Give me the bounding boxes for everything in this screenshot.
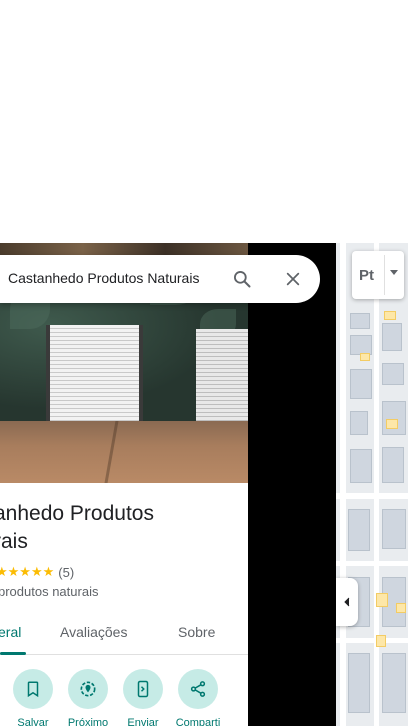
map-poi [386, 419, 398, 429]
language-divider [384, 255, 385, 295]
chevron-down-icon[interactable] [390, 270, 398, 275]
place-tabs: eral Avaliações Sobre [0, 615, 248, 655]
map-building [382, 509, 406, 549]
map-building [348, 653, 370, 713]
map-building [350, 411, 368, 435]
tab-reviews[interactable]: Avaliações [60, 624, 127, 640]
page-background [0, 0, 408, 243]
send-button-label: Enviar [127, 717, 159, 726]
map-road [336, 638, 408, 643]
search-input[interactable]: Castanhedo Produtos Naturais [8, 270, 214, 286]
panel-gap [248, 243, 336, 726]
map-building [382, 401, 406, 435]
search-icon [234, 271, 251, 288]
map-poi [376, 635, 386, 647]
search-button[interactable] [230, 267, 254, 291]
action-buttons: Salvar Próximo Enviar Comparti [0, 669, 248, 726]
share-button[interactable]: Comparti [173, 669, 223, 726]
map-road [336, 561, 408, 566]
review-count[interactable]: (5) [58, 565, 74, 580]
send-to-phone-button[interactable]: Enviar [118, 669, 168, 726]
close-icon [286, 272, 300, 286]
place-title-line: anhedo Produtos [0, 502, 154, 525]
active-tab-indicator [0, 652, 26, 655]
language-label: Pt [359, 267, 374, 284]
bookmark-icon [27, 681, 39, 698]
photo-rolling-door [196, 329, 248, 423]
place-title-line: rais [0, 530, 28, 553]
map-building [350, 449, 372, 483]
map-building [382, 653, 406, 713]
tab-overview[interactable]: eral [0, 624, 21, 640]
map-poi [384, 311, 396, 320]
nearby-icon [80, 681, 96, 697]
rating-row: ★★★★★ (5) [0, 564, 74, 580]
save-button-label: Salvar [17, 717, 49, 726]
save-button-circle[interactable] [13, 669, 53, 709]
map-road [340, 243, 346, 726]
nearby-button-circle[interactable] [68, 669, 108, 709]
share-button-circle[interactable] [178, 669, 218, 709]
map-poi [360, 353, 370, 361]
clear-search-button[interactable] [281, 267, 305, 291]
map-building [348, 509, 370, 551]
place-category[interactable]: produtos naturais [0, 584, 98, 599]
send-to-phone-icon [137, 680, 149, 698]
map-road [374, 243, 379, 726]
nearby-button[interactable]: Próximo [63, 669, 113, 726]
map-road [336, 493, 408, 499]
chevron-left-icon [344, 597, 350, 607]
collapse-panel-button[interactable] [336, 578, 358, 626]
save-button[interactable]: Salvar [8, 669, 58, 726]
place-title: anhedo Produtos rais [0, 500, 244, 556]
photo-rolling-door [46, 325, 143, 421]
map-building [382, 447, 404, 483]
map-poi [376, 593, 388, 607]
rating-stars: ★★★★★ [0, 564, 55, 579]
map-building [350, 369, 372, 399]
language-selector[interactable]: Pt [352, 251, 404, 299]
send-button-circle[interactable] [123, 669, 163, 709]
nearby-button-label: Próximo [67, 717, 109, 726]
map-building [382, 363, 404, 385]
map-canvas[interactable] [336, 243, 408, 726]
map-building [350, 335, 372, 355]
tab-about[interactable]: Sobre [178, 624, 215, 640]
photo-floor [0, 421, 248, 483]
search-box: Castanhedo Produtos Naturais [0, 255, 320, 303]
share-button-label: Comparti [175, 717, 221, 726]
share-icon [190, 681, 206, 697]
map-poi [396, 603, 406, 613]
map-building [382, 323, 402, 351]
map-building [350, 313, 370, 329]
place-panel: anhedo Produtos rais ★★★★★ (5) produtos … [0, 243, 248, 726]
